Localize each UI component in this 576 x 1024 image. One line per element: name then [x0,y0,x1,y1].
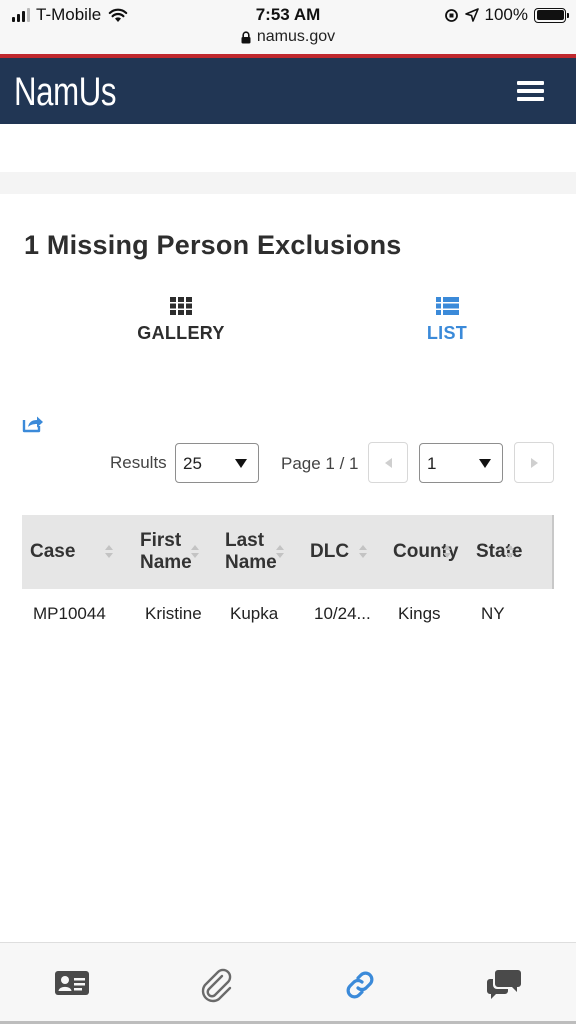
lock-icon [241,30,251,43]
column-header-county[interactable]: County [393,515,473,589]
sort-icon[interactable] [506,545,514,561]
cell-dlc: 10/24... [314,604,371,623]
cell-last-name: Kupka [230,604,279,623]
triangle-left-icon [384,457,392,468]
table-header: Case First Name Last Name DLC County Sta… [22,515,554,589]
battery-percent: 100% [484,5,528,24]
brand-logo[interactable]: NamUs [14,70,116,115]
sort-icon[interactable] [443,545,451,561]
battery-icon [534,7,569,23]
results-label: Results [110,453,167,472]
triangle-right-icon [530,457,538,468]
navbar: NamUs [0,58,576,124]
sort-icon[interactable] [359,545,367,561]
status-bar: T-Mobile 7:53 AM 100% namus.gov [0,0,576,54]
url-bar[interactable]: namus.gov [0,28,576,46]
grid-icon [170,297,192,315]
caret-down-icon [235,459,247,468]
page-select[interactable]: 1 [419,443,503,483]
page-indicator: Page 1 / 1 [281,454,359,473]
column-header-case[interactable]: Case [30,515,130,589]
link-icon[interactable] [344,969,376,1001]
status-right: 100% [444,5,569,25]
orientation-lock-icon [444,8,458,22]
bottom-tab-bar [0,942,576,1024]
cell-case[interactable]: MP10044 [33,604,106,624]
paperclip-icon[interactable] [198,967,234,1003]
next-page-button[interactable] [514,442,554,483]
list-icon [435,297,459,315]
location-arrow-icon [464,8,479,22]
results-per-page-select[interactable]: 25 [175,443,259,483]
table-row[interactable]: MP10044 Kristine Kupka 10/24... Kings NY [22,589,554,637]
list-view-label: LIST [426,323,468,343]
cell-county: Kings [398,604,441,623]
sort-icon[interactable] [191,545,199,561]
gallery-view-label: GALLERY [137,323,225,343]
previous-page-button[interactable] [368,442,408,483]
cell-state: NY [481,604,505,623]
caret-down-icon [479,459,491,468]
results-per-page-value: 25 [183,454,202,473]
hamburger-menu-icon[interactable] [517,81,544,101]
sub-header [0,124,576,172]
share-icon[interactable] [22,414,44,433]
page-select-value: 1 [427,454,437,473]
section-divider [0,172,576,194]
contact-card-icon[interactable] [54,969,90,997]
cell-first-name: Kristine [145,604,202,623]
sort-icon[interactable] [105,545,113,561]
page-title: 1 Missing Person Exclusions [24,230,402,260]
url-text: namus.gov [256,28,336,45]
chat-bubbles-icon[interactable] [486,968,522,1000]
list-view-button[interactable]: LIST [414,297,480,344]
sort-icon[interactable] [276,545,284,561]
gallery-view-button[interactable]: GALLERY [137,297,224,344]
